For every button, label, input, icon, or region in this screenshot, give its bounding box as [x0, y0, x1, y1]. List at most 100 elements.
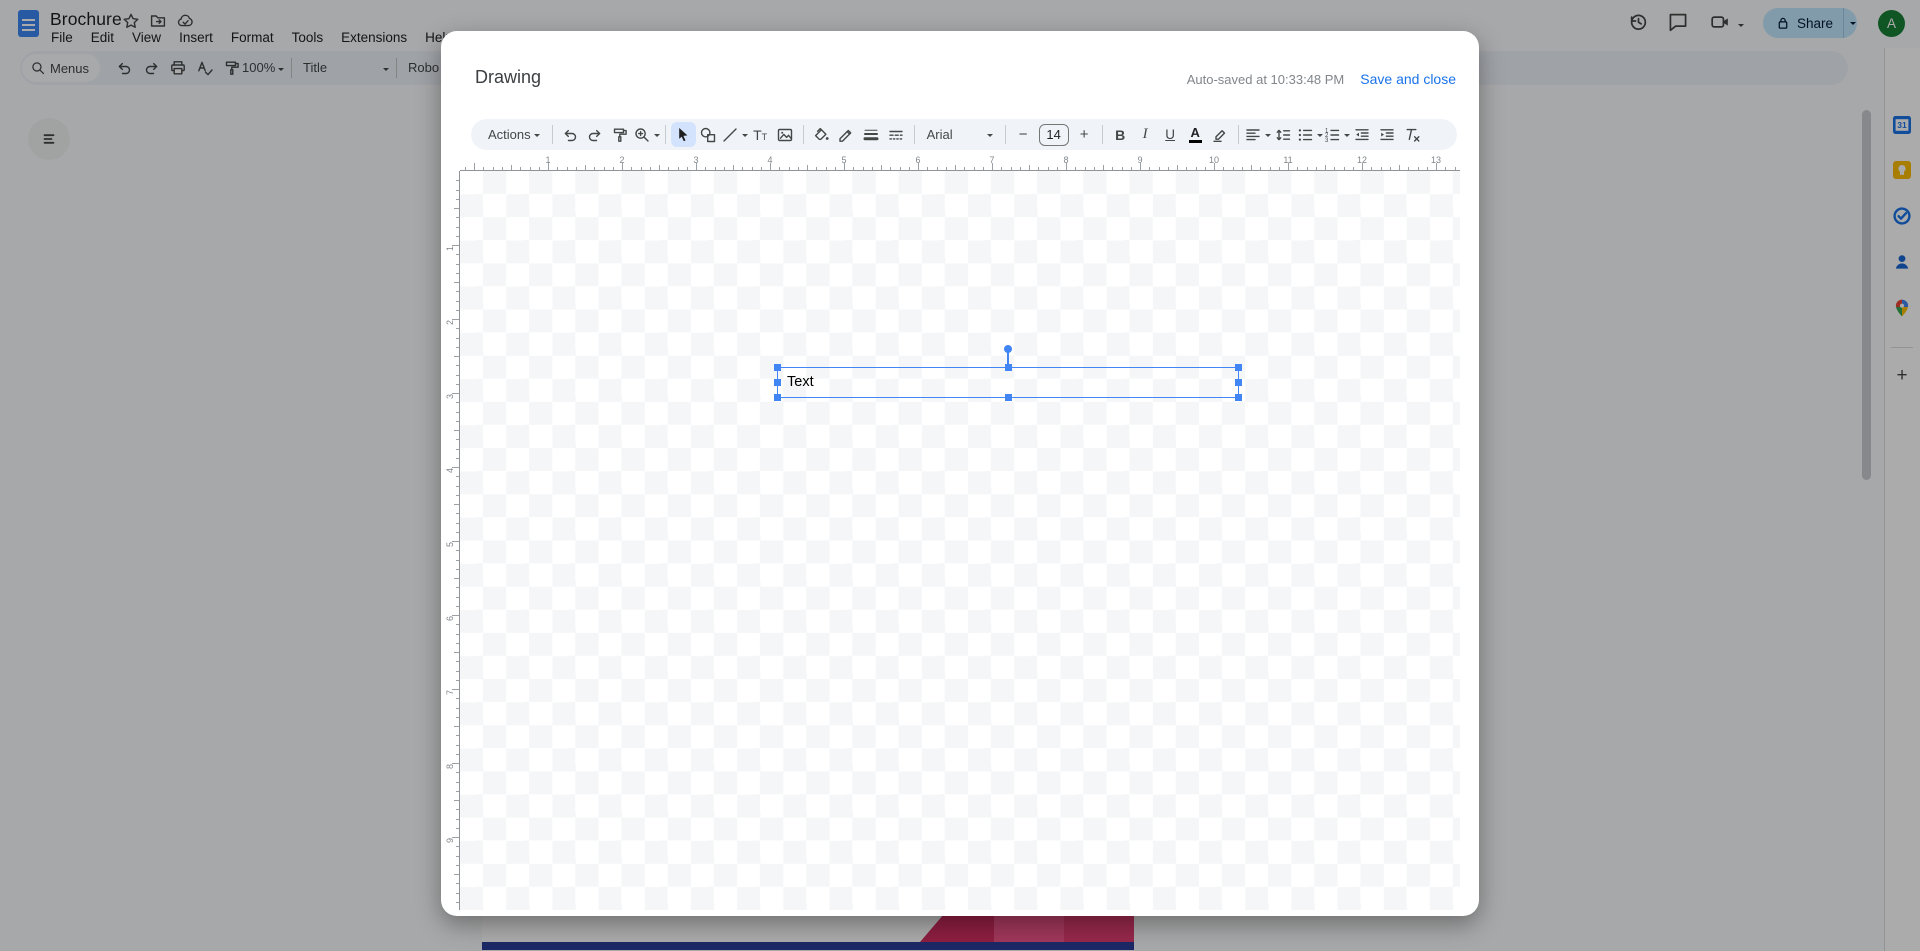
zoom-in-caret-icon [653, 133, 660, 140]
align-icon [1244, 126, 1262, 144]
align-button[interactable] [1244, 122, 1271, 147]
font-size-box-button[interactable]: 14 [1038, 123, 1069, 146]
toolbar-divider [913, 125, 915, 144]
ruler-label: 1 [545, 155, 551, 165]
save-and-close-button[interactable]: Save and close [1360, 71, 1456, 87]
toolbar-divider [1237, 125, 1239, 144]
redo-icon [586, 126, 604, 144]
ruler-label: 8 [445, 763, 455, 769]
toolbar-divider [1101, 125, 1103, 144]
textbox-text: Text [787, 374, 814, 390]
ruler-label: 11 [1283, 155, 1293, 165]
italic-button[interactable]: I [1133, 122, 1158, 147]
selected-textbox[interactable]: Text [774, 345, 1242, 401]
svg-text:3: 3 [1325, 137, 1329, 143]
resize-handle[interactable] [1004, 364, 1012, 371]
fill-color-button[interactable] [809, 122, 834, 147]
font-family-button[interactable]: Arial [920, 122, 1000, 147]
zoom-in-button[interactable] [633, 122, 660, 147]
zoom-in-icon [633, 126, 651, 144]
text-color-button[interactable]: A [1183, 122, 1208, 147]
fill-color-icon [812, 126, 830, 144]
dialog-title: Drawing [475, 67, 542, 87]
drawing-canvas[interactable] [460, 171, 1460, 910]
paint-format-icon [611, 126, 629, 144]
ruler-label: 4 [767, 155, 773, 165]
decrease-indent-icon [1353, 126, 1371, 144]
line-dash-icon [887, 126, 905, 144]
toolbar-divider [1004, 125, 1006, 144]
increase-font-button[interactable]: + [1072, 122, 1097, 147]
increase-indent-button[interactable] [1375, 122, 1400, 147]
ruler-label: 12 [1356, 155, 1368, 165]
bold-icon: B [1115, 126, 1126, 143]
numbered-list-caret-icon [1343, 133, 1350, 140]
ruler-label: 13 [1430, 155, 1442, 165]
insert-image-button[interactable] [773, 122, 798, 147]
actions-menu-button[interactable]: Actions [481, 122, 547, 147]
ruler-label: 8 [1063, 155, 1069, 165]
shape-button[interactable] [696, 122, 721, 147]
line-color-icon [837, 126, 855, 144]
underline-button[interactable]: U [1158, 122, 1183, 147]
resize-handle[interactable] [1235, 379, 1242, 386]
line-color-button[interactable] [834, 122, 859, 147]
line-weight-button[interactable] [859, 122, 884, 147]
align-caret-icon [1264, 133, 1271, 140]
decrease-font-icon: − [1018, 126, 1028, 143]
line-dash-button[interactable] [884, 122, 909, 147]
select-cursor-button[interactable] [670, 122, 696, 147]
resize-handle[interactable] [774, 379, 781, 386]
ruler-label: 7 [989, 155, 995, 165]
ruler-label: 2 [445, 319, 455, 325]
rotation-handle[interactable] [1004, 345, 1012, 353]
ruler-label: 9 [445, 837, 455, 843]
ruler-label: 9 [1137, 155, 1143, 165]
ruler-label: 3 [693, 155, 699, 165]
ruler-label: 7 [445, 689, 455, 695]
text-box-button[interactable]: TT [748, 122, 773, 147]
drawing-dialog: Drawing Auto-saved at 10:33:48 PM Save a… [441, 31, 1479, 916]
line-caret-icon [741, 133, 748, 140]
toolbar-divider [802, 125, 804, 144]
vertical-ruler: 1 2 3 4 5 6 7 8 9 [444, 171, 460, 910]
redo-button[interactable] [583, 122, 608, 147]
shape-icon [699, 126, 717, 144]
ruler-label: 5 [445, 541, 455, 547]
clear-formatting-button[interactable] [1400, 122, 1425, 147]
paint-format-button[interactable] [608, 122, 633, 147]
ruler-label: 3 [445, 393, 455, 399]
ruler-label: 4 [445, 467, 455, 473]
line-icon [721, 126, 739, 144]
line-weight-icon [862, 126, 880, 144]
insert-image-icon [776, 126, 794, 144]
autosave-status: Auto-saved at 10:33:48 PM [1186, 71, 1345, 87]
italic-icon: I [1142, 126, 1148, 142]
resize-handle[interactable] [774, 364, 781, 371]
decrease-indent-button[interactable] [1350, 122, 1375, 147]
increase-indent-icon [1378, 126, 1396, 144]
select-cursor-icon [674, 126, 692, 144]
bulleted-list-button[interactable] [1296, 122, 1323, 147]
underline-icon: U [1165, 127, 1176, 142]
highlight-color-icon [1211, 126, 1229, 144]
undo-button[interactable] [558, 122, 583, 147]
decrease-font-button[interactable]: − [1011, 122, 1036, 147]
resize-handle[interactable] [1235, 364, 1242, 371]
clear-formatting-icon [1403, 126, 1421, 144]
line-button[interactable] [721, 122, 748, 147]
text-color-icon: A [1188, 126, 1202, 143]
text-tool-icon: TT [753, 126, 768, 143]
resize-handle[interactable] [1235, 394, 1242, 401]
bold-button[interactable]: B [1108, 122, 1133, 147]
ruler-label: 6 [445, 615, 455, 621]
increase-font-icon: + [1079, 126, 1089, 143]
toolbar-divider [664, 125, 666, 144]
ruler-label: 1 [445, 245, 455, 251]
resize-handle[interactable] [774, 394, 781, 401]
resize-handle[interactable] [1004, 394, 1012, 401]
numbered-list-button[interactable]: 123 [1323, 122, 1350, 147]
line-spacing-button[interactable] [1271, 122, 1296, 147]
bulleted-list-icon [1296, 126, 1314, 144]
highlight-color-button[interactable] [1208, 122, 1233, 147]
